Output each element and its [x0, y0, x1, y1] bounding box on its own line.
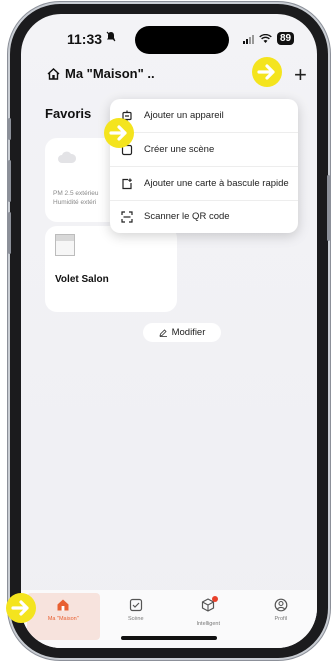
profile-icon — [274, 598, 288, 612]
menu-item-ajouter-carte[interactable]: Ajouter une carte à bascule rapide — [110, 167, 298, 200]
tab-profil[interactable]: Profil — [245, 590, 318, 648]
weather-humidity-label: Humidité extéri — [53, 199, 97, 206]
home-icon — [57, 599, 69, 611]
menu-item-creer-scene[interactable]: Créer une scène — [110, 133, 298, 166]
add-card-icon — [110, 178, 144, 190]
scene-icon — [129, 598, 142, 612]
modifier-button[interactable]: Modifier — [143, 323, 221, 342]
tab-label: Intelligent — [196, 621, 221, 627]
menu-item-scanner-qr[interactable]: Scanner le QR code — [110, 200, 298, 233]
home-indicator — [121, 636, 217, 640]
add-menu-popup: Ajouter un appareil Créer une scène Ajou… — [110, 99, 298, 233]
menu-item-ajouter-appareil[interactable]: Ajouter un appareil — [110, 99, 298, 132]
power-button — [327, 175, 330, 241]
pencil-icon — [159, 328, 167, 337]
menu-label: Ajouter un appareil — [144, 110, 224, 121]
menu-label: Ajouter une carte à bascule rapide — [144, 178, 289, 189]
tab-ma-maison[interactable]: Ma "Maison" — [27, 593, 100, 640]
arrow-right-icon — [6, 593, 36, 623]
volume-down-button — [8, 212, 11, 254]
notification-dot — [212, 596, 219, 602]
volet-salon-label: Volet Salon — [55, 274, 109, 285]
volet-salon-card[interactable]: Volet Salon — [45, 226, 177, 312]
home-title: Ma "Maison" .. — [65, 66, 155, 81]
app-screen: 11:33 89 Ma "Maison" .. + Favoris PM 2.5… — [21, 14, 317, 648]
status-time: 11:33 — [67, 31, 103, 47]
menu-label: Scanner le QR code — [144, 211, 230, 222]
volume-up-button — [8, 160, 11, 202]
modifier-label: Modifier — [171, 327, 206, 338]
action-button — [8, 118, 11, 140]
add-button[interactable]: + — [294, 64, 307, 86]
arrow-right-icon — [252, 57, 282, 87]
weather-pm25-label: PM 2.5 extérieu — [53, 190, 99, 197]
tab-label: Scène — [127, 616, 144, 622]
cellular-signal-icon — [243, 34, 254, 44]
silent-bell-icon — [106, 31, 116, 45]
status-icons: 89 — [243, 32, 295, 45]
battery-indicator: 89 — [277, 32, 295, 45]
smart-icon — [201, 596, 219, 617]
home-selector[interactable]: Ma "Maison" .. — [47, 66, 155, 81]
section-title-favoris: Favoris — [45, 106, 92, 121]
shutter-icon — [55, 234, 75, 256]
qr-scan-icon — [110, 210, 144, 223]
tab-label: Ma "Maison" — [47, 616, 79, 622]
house-icon — [47, 67, 60, 80]
dynamic-island — [135, 26, 229, 54]
tab-label: Profil — [274, 616, 288, 622]
menu-label: Créer une scène — [144, 144, 215, 155]
wifi-icon — [259, 33, 272, 43]
arrow-right-icon — [104, 118, 134, 148]
cloud-icon — [58, 151, 77, 163]
